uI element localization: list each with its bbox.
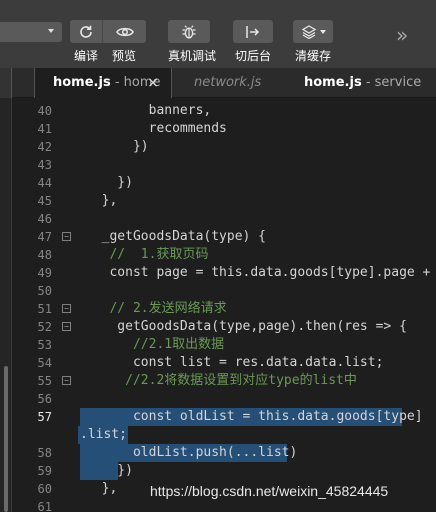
tab-network-js[interactable]: network.js xyxy=(194,68,261,98)
more-chevrons-icon[interactable]: » xyxy=(396,23,408,47)
preview-button[interactable]: 预览 xyxy=(102,20,146,64)
switch-background-icon xyxy=(246,25,260,38)
code-line: 44 }) xyxy=(0,174,436,192)
code-text: recommends xyxy=(86,121,227,136)
clear-cache-button[interactable]: 清缓存 xyxy=(293,20,333,64)
line-number: 46 xyxy=(37,212,52,226)
code-text: const page = this.data.goods[type].page … xyxy=(86,265,436,280)
line-number: 51 xyxy=(37,302,52,316)
code-text: }, xyxy=(86,193,118,208)
chevron-down-icon xyxy=(319,29,326,34)
line-number: 57 xyxy=(37,410,52,424)
line-number: 45 xyxy=(37,194,52,208)
code-line: 59 }) xyxy=(0,462,436,480)
code-text: getGoodsData(type,page).then(res => { xyxy=(86,319,407,334)
preview-label: 预览 xyxy=(111,49,136,63)
eye-icon xyxy=(115,27,134,36)
line-number: 56 xyxy=(37,392,52,406)
line-number: 52 xyxy=(37,320,52,334)
code-line: .list; xyxy=(0,426,436,444)
code-line: 52 − getGoodsData(type,page).then(res => … xyxy=(0,318,436,336)
code-text: }, xyxy=(86,481,118,496)
refresh-icon xyxy=(80,25,92,38)
close-icon[interactable]: × xyxy=(147,68,159,98)
code-text: }) xyxy=(86,175,133,190)
tab-home-js-home[interactable]: home.js - home × xyxy=(34,68,172,98)
code-line: 41 recommends xyxy=(0,120,436,138)
tab-filename: network.js xyxy=(194,75,262,90)
remote-debug-button[interactable]: 真机调试 xyxy=(168,20,217,64)
code-line: 55 − //2.2将数据设置到对应type的list中 xyxy=(0,372,436,390)
chevron-down-icon xyxy=(48,29,54,33)
fold-toggle-icon[interactable]: − xyxy=(62,232,71,241)
line-number: 40 xyxy=(37,104,52,118)
tab-sublabel: - service xyxy=(361,75,422,90)
code-line: 49 const page = this.data.goods[type].pa… xyxy=(0,264,436,282)
line-number: 60 xyxy=(37,482,52,496)
code-text: // 1.获取页码 xyxy=(86,247,209,262)
fold-toggle-icon[interactable]: − xyxy=(62,322,71,331)
code-text: //2.1取出数据 xyxy=(86,337,225,352)
code-line: 53 //2.1取出数据 xyxy=(0,336,436,354)
code-line: 48 // 1.获取页码 xyxy=(0,246,436,264)
line-number: 42 xyxy=(37,140,52,154)
line-number: 50 xyxy=(37,284,52,298)
fold-toggle-icon[interactable]: − xyxy=(62,304,71,313)
code-text: oldList.push(...list) xyxy=(86,445,298,460)
code-text: _getGoodsData(type) { xyxy=(86,229,267,244)
code-line: 47 − _getGoodsData(type) { xyxy=(0,228,436,246)
code-line: 54 const list = res.data.data.list; xyxy=(0,354,436,372)
switch-background-label: 切后台 xyxy=(234,49,271,63)
code-text: }) xyxy=(86,463,133,478)
code-text: banners, xyxy=(86,103,212,118)
line-number: 55 xyxy=(37,374,52,388)
code-line: 43 xyxy=(0,156,436,174)
code-text: //2.2将数据设置到对应type的list中 xyxy=(86,373,357,388)
line-number: 49 xyxy=(37,266,52,280)
code-line: 58 oldList.push(...list) xyxy=(0,444,436,462)
tab-home-js-service[interactable]: home.js - service xyxy=(304,68,421,98)
editor-tabs: home.js - home × network.js home.js - se… xyxy=(0,68,436,98)
code-line: 57 const oldList = this.data.goods[type] xyxy=(0,408,436,426)
tab-gutter xyxy=(0,68,12,98)
code-text: // 2.发送网络请求 xyxy=(86,301,227,316)
code-text: }) xyxy=(86,139,149,154)
line-number: 58 xyxy=(37,446,52,460)
tab-filename: home.js xyxy=(53,75,111,90)
toolbar: 编译 预览 真机调试 切后台 清缓存 » xyxy=(0,0,436,68)
line-number: 48 xyxy=(37,248,52,262)
line-number: 41 xyxy=(37,122,52,136)
remote-debug-label: 真机调试 xyxy=(168,49,217,63)
compile-button[interactable]: 编译 xyxy=(70,20,102,64)
code-text: const oldList = this.data.goods[type] xyxy=(86,409,423,424)
compile-label: 编译 xyxy=(73,49,98,63)
bug-icon xyxy=(182,24,196,39)
code-line: 42 }) xyxy=(0,138,436,156)
code-editor[interactable]: 40 banners, 41 recommends 42 }) 43 44 })… xyxy=(0,98,436,512)
clear-cache-label: 清缓存 xyxy=(294,49,331,63)
compile-mode-select[interactable] xyxy=(0,22,62,42)
watermark: https://blog.csdn.net/weixin_45824445 xyxy=(150,483,389,499)
line-number: 61 xyxy=(37,500,52,512)
line-number: 54 xyxy=(37,356,52,370)
code-text: const list = res.data.data.list; xyxy=(86,355,384,370)
tab-filename: home.js xyxy=(304,75,362,90)
code-line: 61 xyxy=(0,498,436,512)
line-number: 43 xyxy=(37,158,52,172)
code-line: 56 xyxy=(0,390,436,408)
code-line: 45 }, xyxy=(0,192,436,210)
code-line: 40 banners, xyxy=(0,102,436,120)
layers-icon xyxy=(301,24,316,39)
switch-background-button[interactable]: 切后台 xyxy=(233,20,273,64)
fold-toggle-icon[interactable]: − xyxy=(62,376,71,385)
code-line: 50 xyxy=(0,282,436,300)
line-number: 53 xyxy=(37,338,52,352)
line-number: 44 xyxy=(37,176,52,190)
line-number: 59 xyxy=(37,464,52,478)
line-number: 47 xyxy=(37,230,52,244)
code-line: 51 − // 2.发送网络请求 xyxy=(0,300,436,318)
code-line: 46 xyxy=(0,210,436,228)
code-text: .list; xyxy=(80,427,127,442)
